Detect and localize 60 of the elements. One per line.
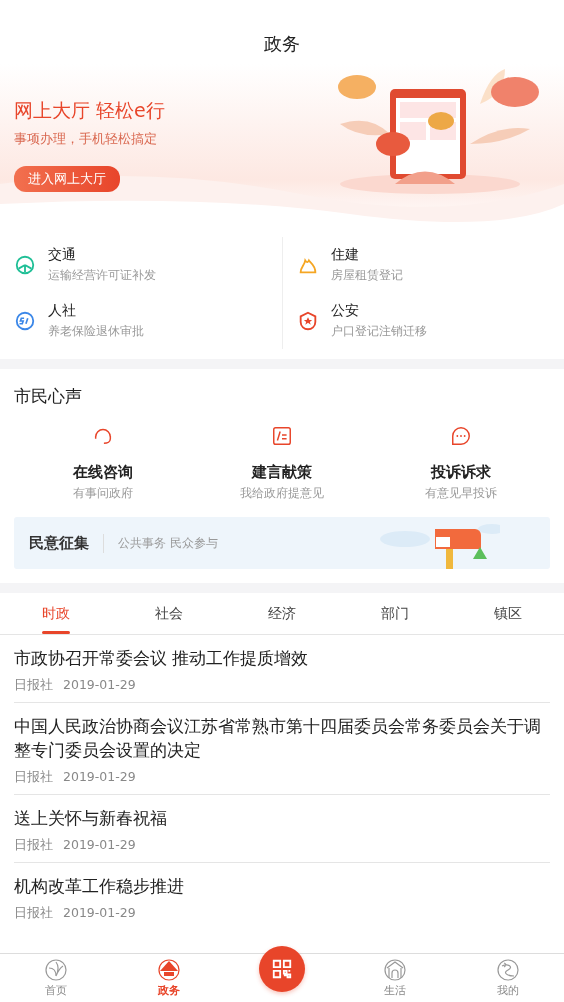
banner-subtitle: 事项办理，手机轻松搞定	[14, 130, 157, 148]
news-tab[interactable]: 经济	[225, 593, 339, 634]
qr-code-icon	[271, 958, 293, 980]
voice-item[interactable]: 建言献策 我给政府提意见	[192, 424, 372, 503]
poll-title: 民意征集	[29, 533, 104, 553]
news-source: 日报社	[14, 676, 53, 694]
service-description: 房屋租赁登记	[331, 267, 403, 284]
service-description: 户口登记注销迁移	[331, 323, 427, 340]
voice-description: 有意见早投诉	[424, 485, 497, 502]
news-date: 2019-01-29	[63, 676, 136, 694]
page-title: 政务	[264, 32, 300, 56]
news-title[interactable]: 市政协召开常委会议 推动工作提质增效	[14, 647, 550, 671]
gov-nav-icon	[157, 958, 182, 982]
news-tab[interactable]: 时政	[0, 593, 113, 634]
news-source: 日报社	[14, 768, 53, 786]
nav-tab[interactable]: 政务	[112, 954, 226, 1002]
nav-tab[interactable]: 首页	[0, 954, 113, 1002]
social-security-icon	[14, 310, 36, 332]
news-date: 2019-01-29	[63, 904, 136, 922]
voice-title: 建言献策	[252, 463, 312, 482]
voice-item[interactable]: 投诉诉求 有意见早投诉	[371, 424, 550, 503]
life-nav-icon	[382, 958, 407, 982]
voice-description: 有事问政府	[73, 485, 134, 502]
poll-banner[interactable]: 民意征集 公共事务 民众参与	[14, 517, 550, 569]
news-date: 2019-01-29	[63, 768, 136, 786]
service-item[interactable]: 交通 运输经营许可证补发	[0, 237, 282, 293]
home-nav-icon	[44, 958, 69, 982]
news-title[interactable]: 中国人民政治协商会议江苏省常熟市第十四届委员会常务委员会关于调整专门委员会设置的决定	[14, 714, 550, 763]
service-name: 住建	[331, 246, 360, 264]
voice-title: 在线咨询	[73, 463, 134, 482]
news-tab[interactable]: 镇区	[451, 593, 564, 634]
news-tab[interactable]: 部门	[338, 593, 452, 634]
banner-headline: 网上大厅 轻松e行	[14, 98, 165, 123]
nav-tab[interactable]: 我的	[451, 954, 564, 1002]
news-title[interactable]: 机构改革工作稳步推进	[14, 874, 550, 899]
nav-tab[interactable]: 生活	[338, 954, 452, 1002]
service-name: 人社	[48, 302, 77, 320]
service-item[interactable]: 住建 房屋租赁登记	[282, 237, 564, 293]
news-title[interactable]: 送上关怀与新春祝福	[14, 806, 550, 831]
service-description: 运输经营许可证补发	[48, 267, 156, 284]
news-date: 2019-01-29	[63, 836, 136, 854]
steering-wheel-icon	[14, 254, 36, 276]
voice-description: 我给政府提意见	[240, 485, 324, 502]
section-title: 市民心声	[14, 385, 83, 408]
edit-note-icon	[271, 425, 293, 447]
poll-subtitle: 公共事务 民众参与	[118, 534, 218, 552]
police-badge-icon	[297, 310, 319, 332]
service-name: 公安	[331, 302, 360, 320]
news-source: 日报社	[14, 836, 53, 854]
service-item[interactable]: 公安 户口登记注销迁移	[282, 293, 564, 349]
voice-item[interactable]: 在线咨询 有事问政府	[14, 424, 193, 503]
news-tab[interactable]: 社会	[112, 593, 226, 634]
service-name: 交通	[48, 246, 77, 264]
service-item[interactable]: 人社 养老保险退休审批	[0, 293, 282, 349]
voice-title: 投诉诉求	[430, 463, 491, 482]
me-nav-icon	[495, 958, 520, 982]
service-description: 养老保险退休审批	[48, 323, 144, 340]
chat-bubble-icon	[449, 425, 472, 447]
news-source: 日报社	[14, 904, 53, 922]
qr-scan-button[interactable]	[259, 946, 305, 992]
